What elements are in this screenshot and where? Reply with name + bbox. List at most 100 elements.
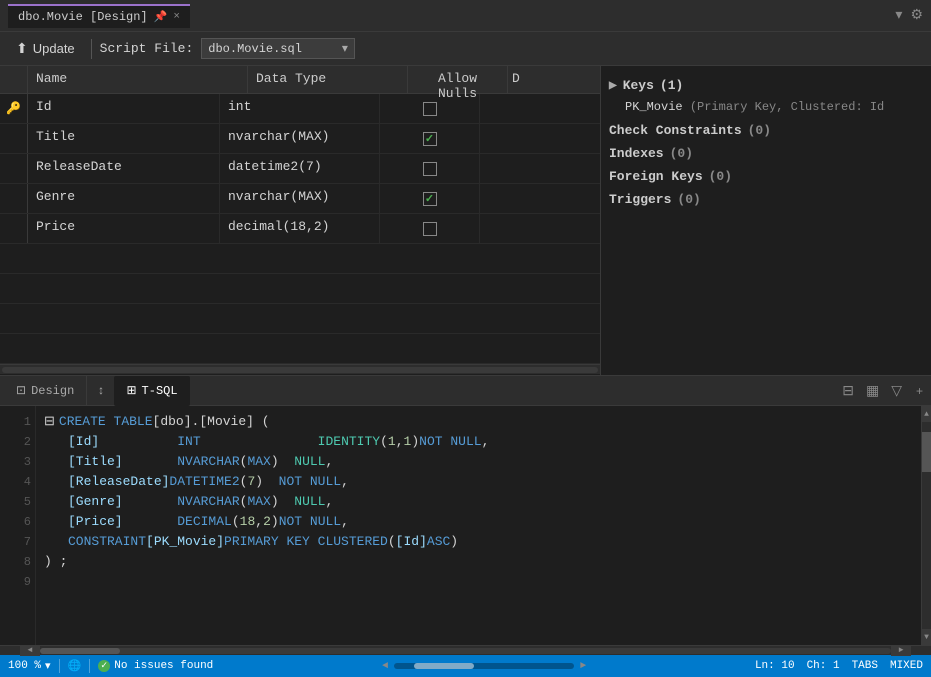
- code-line-8: ) ;: [44, 552, 913, 572]
- script-file-dropdown[interactable]: dbo.Movie.sql ▾: [201, 38, 355, 59]
- foreign-keys-count: (0): [709, 169, 732, 184]
- table-row-empty: [0, 334, 600, 364]
- line-num-2: 2: [4, 432, 31, 452]
- foreign-keys-section[interactable]: Foreign Keys (0): [609, 165, 923, 188]
- table-row[interactable]: 🔑 Id int: [0, 94, 600, 124]
- tab-sort[interactable]: ↕: [89, 376, 112, 406]
- status-hscroll-thumb[interactable]: [414, 663, 474, 669]
- scroll-right-btn[interactable]: ►: [891, 646, 911, 656]
- kw-int: INT: [177, 432, 200, 452]
- table-row[interactable]: ReleaseDate datetime2(7): [0, 154, 600, 184]
- indexes-section[interactable]: Indexes (0): [609, 142, 923, 165]
- title-bar-right: ▾ ⚙: [895, 7, 923, 24]
- kw-datetime2: DATETIME2: [169, 472, 239, 492]
- update-button[interactable]: ⬆ Update: [8, 36, 83, 61]
- row-null-id[interactable]: [380, 94, 480, 123]
- kw-not-null-id: NOT NULL: [419, 432, 481, 452]
- row-name-id: Id: [28, 94, 220, 123]
- status-hscroll-track[interactable]: [394, 663, 574, 669]
- kw-nvarchar-title: NVARCHAR: [177, 452, 239, 472]
- kw-title: [Title]: [68, 452, 123, 472]
- scroll-down-btn[interactable]: ▼: [922, 629, 931, 645]
- table-row-empty: [0, 274, 600, 304]
- table-hscrollbar[interactable]: [0, 364, 600, 374]
- hscroll-right-arrow[interactable]: ►: [580, 661, 586, 672]
- kw-id-ref: [Id]: [396, 532, 427, 552]
- globe-icon: 🌐: [68, 659, 82, 673]
- code-content[interactable]: ⊟ CREATE TABLE [dbo].[Movie] ( [Id] INT …: [36, 406, 921, 645]
- v-scroll-track: [922, 422, 931, 629]
- title-tab[interactable]: dbo.Movie [Design] 📌 ×: [8, 4, 190, 28]
- editor-hscrollbar[interactable]: ◄ ►: [0, 645, 931, 655]
- row-name-price: Price: [28, 214, 220, 243]
- pk-entry[interactable]: PK_Movie (Primary Key, Clustered: Id: [609, 97, 923, 117]
- zoom-dropdown-icon: ▾: [45, 659, 51, 673]
- tab-bar-right: ⊟ ▦ ▽: [838, 380, 906, 401]
- kw-max-genre: MAX: [247, 492, 270, 512]
- resize-handle[interactable]: +: [912, 382, 927, 400]
- h-scroll-thumb[interactable]: [40, 648, 120, 654]
- editor-vscrollbar[interactable]: ▲ ▼: [921, 406, 931, 645]
- tsql-tab-label: T-SQL: [142, 384, 178, 398]
- split-view-button[interactable]: ⊟: [838, 380, 858, 401]
- row-null-price[interactable]: [380, 214, 480, 243]
- checkbox-price[interactable]: [423, 222, 437, 236]
- design-table: Name Data Type Allow Nulls D 🔑 Id int Ti…: [0, 66, 601, 375]
- status-divider-1: [59, 659, 60, 673]
- dropdown-arrow-icon: ▾: [342, 41, 348, 56]
- gear-icon[interactable]: ⚙: [910, 7, 923, 24]
- checkbox-releasedate[interactable]: [423, 162, 437, 176]
- close-tab-button[interactable]: ×: [173, 11, 180, 23]
- pin-icon[interactable]: 📌: [154, 10, 168, 24]
- dropdown-icon[interactable]: ▾: [895, 7, 902, 24]
- table-row[interactable]: Title nvarchar(MAX) ✓: [0, 124, 600, 154]
- table-row[interactable]: Genre nvarchar(MAX) ✓: [0, 184, 600, 214]
- key-indicator: 🔑: [0, 94, 28, 123]
- col-info: Ch: 1: [807, 660, 840, 672]
- check-constraints-section[interactable]: Check Constraints (0): [609, 117, 923, 142]
- v-scroll-thumb[interactable]: [922, 432, 931, 472]
- kw-max-title: MAX: [247, 452, 270, 472]
- row-name-genre: Genre: [28, 184, 220, 213]
- kw-create: CREATE TABLE: [59, 412, 153, 432]
- scroll-up-btn[interactable]: ▲: [922, 406, 931, 422]
- expand-button[interactable]: ▽: [887, 380, 906, 401]
- properties-panel: ▶ Keys (1) PK_Movie (Primary Key, Cluste…: [601, 66, 931, 375]
- pk-detail: (Primary Key, Clustered: Id: [690, 100, 884, 114]
- triggers-section[interactable]: Triggers (0): [609, 188, 923, 211]
- hscroll-left-arrow[interactable]: ◄: [382, 661, 388, 672]
- kw-bracket: [dbo].[Movie] (: [153, 412, 270, 432]
- toolbar-divider: [91, 39, 92, 59]
- foreign-keys-label: Foreign Keys: [609, 169, 703, 184]
- kw-price: [Price]: [68, 512, 123, 532]
- zoom-control[interactable]: 100 % ▾: [8, 659, 51, 673]
- check-constraints-count: (0): [748, 123, 771, 138]
- collapse-keys-icon: ▶: [609, 80, 617, 92]
- scroll-up-button[interactable]: +: [912, 382, 927, 400]
- scroll-left-btn[interactable]: ◄: [20, 646, 40, 656]
- row-null-title[interactable]: ✓: [380, 124, 480, 153]
- kw-2: 2: [263, 512, 271, 532]
- line-num-3: 3: [4, 452, 31, 472]
- checkbox-title[interactable]: ✓: [423, 132, 437, 146]
- tab-tsql[interactable]: ⊞ T-SQL: [114, 376, 189, 406]
- status-scrollbar-h[interactable]: ◄ ►: [221, 661, 747, 672]
- row-type-id: int: [220, 94, 380, 123]
- checkbox-id[interactable]: [423, 102, 437, 116]
- col-header-type: Data Type: [248, 66, 408, 93]
- view-button[interactable]: ▦: [862, 380, 883, 401]
- line-num-1: 1: [4, 412, 31, 432]
- line-num-9: 9: [4, 572, 31, 592]
- main-content: Name Data Type Allow Nulls D 🔑 Id int Ti…: [0, 66, 931, 376]
- row-null-genre[interactable]: ✓: [380, 184, 480, 213]
- kw-nvarchar-genre: NVARCHAR: [177, 492, 239, 512]
- checkbox-genre[interactable]: ✓: [423, 192, 437, 206]
- collapse-icon[interactable]: ⊟: [44, 412, 55, 432]
- kw-null-genre: NULL: [294, 492, 325, 512]
- table-row[interactable]: Price decimal(18,2): [0, 214, 600, 244]
- tab-design[interactable]: ⊡ Design: [4, 376, 87, 406]
- row-null-releasedate[interactable]: [380, 154, 480, 183]
- row-indicator-releasedate: [0, 154, 28, 183]
- keys-section[interactable]: ▶ Keys (1): [609, 74, 923, 97]
- design-tab-label: Design: [31, 384, 74, 398]
